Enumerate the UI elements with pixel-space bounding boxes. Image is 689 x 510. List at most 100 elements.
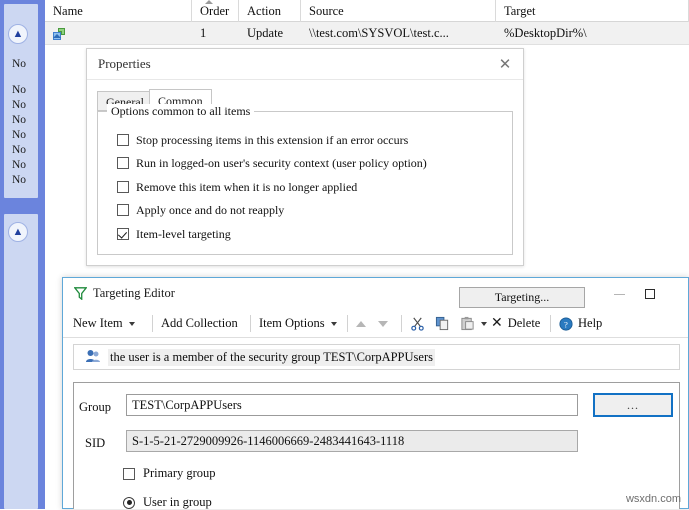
options-groupbox-legend: Options common to all items xyxy=(107,104,255,119)
checkbox-item-level-targeting[interactable] xyxy=(117,228,129,240)
add-collection-button[interactable]: Add Collection xyxy=(161,310,238,337)
copy-button[interactable] xyxy=(435,310,450,337)
svg-text:?: ? xyxy=(564,319,568,329)
cell-target: %DesktopDir%\ xyxy=(504,26,587,40)
move-down-button[interactable] xyxy=(378,310,388,337)
filter-funnel-icon xyxy=(74,287,87,300)
cell-source: \\test.com\SYSVOL\test.c... xyxy=(309,26,449,40)
help-button[interactable]: ? Help xyxy=(559,310,602,337)
cell-action: Update xyxy=(247,26,284,40)
rail-value: No xyxy=(11,99,27,111)
add-collection-label: Add Collection xyxy=(161,316,238,330)
column-header-action[interactable]: Action xyxy=(239,0,301,22)
group-browse-button[interactable]: ... xyxy=(593,393,673,417)
maximize-icon[interactable] xyxy=(637,284,663,304)
user-in-group-label: User in group xyxy=(143,495,212,509)
column-header-source[interactable]: Source xyxy=(301,0,496,22)
targeting-editor-titlebar[interactable]: Targeting Editor xyxy=(63,278,688,310)
rail-value: No xyxy=(11,174,27,186)
rail-value: No xyxy=(11,144,27,156)
chevron-down-icon xyxy=(128,321,135,326)
help-label: Help xyxy=(578,316,603,330)
toolbar-separator xyxy=(401,315,402,332)
chevron-double-up-icon-secondary[interactable]: ▲ xyxy=(8,222,28,242)
copy-icon xyxy=(435,316,449,331)
toolbar-separator xyxy=(347,315,348,332)
help-circle-icon: ? xyxy=(559,316,573,331)
checkbox-stop-processing[interactable] xyxy=(117,134,129,146)
desktop-backdrop: ▲ ▲ No No No No No No No No Name Order A… xyxy=(0,0,689,509)
checkbox-apply-once[interactable] xyxy=(117,204,129,216)
group-input[interactable] xyxy=(126,394,578,416)
paste-icon xyxy=(461,316,474,331)
primary-group-option[interactable]: Primary group xyxy=(123,466,216,481)
close-icon[interactable]: ✕ xyxy=(493,53,517,75)
toolbar-separator xyxy=(550,315,551,332)
checkbox-remove-item[interactable] xyxy=(117,181,129,193)
toolbar-separator xyxy=(250,315,251,332)
list-header-row: Name Order Action Source Target xyxy=(45,0,689,22)
rail-value: No xyxy=(11,159,27,171)
targeting-editor-toolbar: New Item Add Collection Item Options ✕ D… xyxy=(63,310,688,338)
cell-order: 1 xyxy=(200,26,207,40)
chevron-down-icon xyxy=(481,321,487,326)
checkbox-run-in-user-context[interactable] xyxy=(117,157,129,169)
rail-value-list: No No No No No No No No xyxy=(0,57,38,188)
column-header-order[interactable]: Order xyxy=(192,0,239,22)
option-label: Item-level targeting xyxy=(136,226,231,241)
targeting-button[interactable]: Targeting... xyxy=(459,287,585,308)
toolbar-separator xyxy=(152,315,153,332)
targeting-editor-title: Targeting Editor xyxy=(93,286,175,300)
paste-button[interactable] xyxy=(460,310,487,337)
delete-button[interactable]: ✕ Delete xyxy=(491,310,540,337)
radio-user-in-group[interactable] xyxy=(123,496,135,509)
option-label: Remove this item when it is no longer ap… xyxy=(136,179,358,194)
item-options-label: Item Options xyxy=(259,316,325,330)
cut-button[interactable] xyxy=(410,310,425,337)
chevron-down-icon xyxy=(330,321,337,326)
group-label: Group xyxy=(79,400,111,414)
column-header-name[interactable]: Name xyxy=(45,0,192,22)
watermark: wsxdn.com xyxy=(625,493,681,505)
move-up-button[interactable] xyxy=(356,310,366,337)
new-item-label: New Item xyxy=(73,316,123,330)
arrow-down-icon xyxy=(378,320,388,327)
option-run-in-user-context[interactable]: Run in logged-on user's security context… xyxy=(117,154,427,172)
rail-value: No xyxy=(11,129,27,141)
rail-value: No xyxy=(11,84,27,96)
properties-titlebar[interactable]: Properties ✕ xyxy=(87,49,523,80)
item-options-button[interactable]: Item Options xyxy=(259,310,337,337)
option-apply-once[interactable]: Apply once and do not reapply xyxy=(117,201,284,219)
checkbox-primary-group[interactable] xyxy=(123,467,135,480)
security-group-icon xyxy=(86,350,100,362)
minimize-icon[interactable] xyxy=(606,284,632,304)
properties-title: Properties xyxy=(98,56,151,71)
new-item-button[interactable]: New Item xyxy=(73,310,135,337)
targeting-editor-window: Targeting Editor New Item Add Collection… xyxy=(62,277,689,509)
table-row[interactable]: 1 Update \\test.com\SYSVOL\test.c... %De… xyxy=(45,22,689,45)
option-stop-processing[interactable]: Stop processing items in this extension … xyxy=(117,131,408,149)
scissors-cut-icon xyxy=(411,317,424,331)
option-remove-item[interactable]: Remove this item when it is no longer ap… xyxy=(117,178,357,196)
sid-label: SID xyxy=(85,436,106,450)
rail-value: No xyxy=(11,114,27,126)
user-in-group-option[interactable]: User in group xyxy=(123,495,212,510)
navigation-rail: ▲ ▲ No No No No No No No No xyxy=(0,0,45,509)
sid-input[interactable] xyxy=(126,430,578,452)
option-label: Run in logged-on user's security context… xyxy=(136,155,427,170)
chevron-double-up-icon[interactable]: ▲ xyxy=(8,24,28,44)
primary-group-label: Primary group xyxy=(143,466,216,480)
shortcut-item-icon xyxy=(53,28,65,40)
delete-label: Delete xyxy=(507,316,541,330)
column-header-target[interactable]: Target xyxy=(496,0,689,22)
option-label: Stop processing items in this extension … xyxy=(136,132,409,147)
rail-panel-lower xyxy=(4,214,38,509)
sort-ascending-arrow-icon xyxy=(205,0,213,4)
properties-dialog: Properties ✕ General Common Options comm… xyxy=(86,48,585,308)
option-item-level-targeting[interactable]: Item-level targeting xyxy=(117,225,231,243)
rail-value: No xyxy=(11,58,27,70)
option-label: Apply once and do not reapply xyxy=(136,202,285,217)
x-delete-icon: ✕ xyxy=(491,316,503,331)
targeting-item-text: the user is a member of the security gro… xyxy=(108,349,435,366)
arrow-up-icon xyxy=(356,320,366,327)
